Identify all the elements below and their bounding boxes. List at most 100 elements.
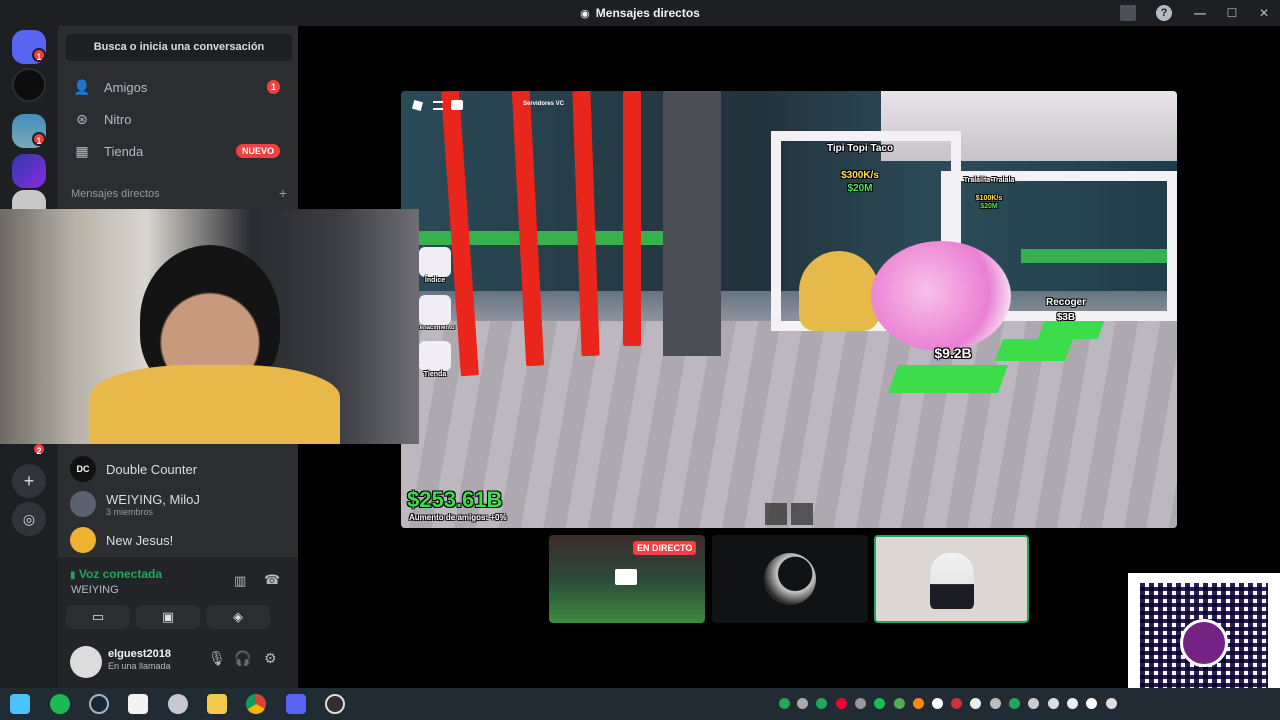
server-icon[interactable] bbox=[12, 68, 46, 102]
server-badge: 2 bbox=[32, 442, 46, 456]
collect-pad bbox=[887, 365, 1009, 393]
tray-icon[interactable] bbox=[1009, 698, 1020, 709]
nav-friends[interactable]: 👤 Amigos 1 bbox=[66, 72, 290, 102]
stream-tile[interactable]: EN DIRECTO bbox=[549, 535, 705, 623]
group-avatar bbox=[70, 491, 96, 517]
tray-icon[interactable] bbox=[836, 698, 847, 709]
screen-icon bbox=[615, 569, 637, 585]
money-counter: $253.61B bbox=[407, 487, 503, 512]
user-status: En una llamada bbox=[108, 661, 171, 671]
collect-pad bbox=[1037, 321, 1105, 339]
discord-taskbar-icon[interactable] bbox=[286, 694, 306, 714]
add-server-icon[interactable]: + bbox=[12, 464, 46, 498]
new-badge: NUEVO bbox=[235, 144, 280, 158]
tray-icon[interactable] bbox=[951, 698, 962, 709]
windows-start-icon[interactable] bbox=[10, 694, 30, 714]
index-button[interactable] bbox=[419, 247, 451, 277]
explore-icon[interactable]: ◎ bbox=[12, 502, 46, 536]
settings-icon[interactable]: ⚙ bbox=[264, 650, 277, 667]
chrome-icon[interactable] bbox=[246, 694, 266, 714]
dm-item[interactable]: New Jesus! bbox=[66, 522, 290, 558]
nav-label: Amigos bbox=[104, 79, 148, 95]
shop-label: Tienda bbox=[423, 371, 447, 378]
add-dm-button[interactable]: + bbox=[279, 186, 287, 200]
tray-icon[interactable] bbox=[779, 698, 790, 709]
window-title: ◉ Mensajes directos bbox=[580, 6, 700, 20]
tray-icon[interactable] bbox=[913, 698, 924, 709]
discord-logo-icon: ◉ bbox=[580, 7, 590, 20]
avatar[interactable] bbox=[70, 646, 102, 678]
screen-share-button[interactable]: ▣ bbox=[136, 605, 200, 629]
headphones-icon[interactable]: 🎧 bbox=[234, 650, 251, 667]
activity-button[interactable]: ◈ bbox=[206, 605, 270, 629]
chat-icon[interactable] bbox=[451, 100, 463, 110]
obs-icon[interactable] bbox=[325, 694, 345, 714]
servers-label[interactable]: Servidores VC bbox=[523, 101, 564, 107]
file-explorer-icon[interactable] bbox=[207, 694, 227, 714]
signal-icon: ▮ bbox=[70, 570, 76, 581]
noise-suppression-icon[interactable]: ▥ bbox=[234, 573, 246, 589]
home-badge: 1 bbox=[32, 48, 46, 62]
roblox-topbar-icon[interactable] bbox=[433, 101, 443, 110]
search-input[interactable]: Busca o inicia una conversación bbox=[66, 34, 292, 61]
tray-icon[interactable] bbox=[855, 698, 866, 709]
taco-pet bbox=[799, 251, 879, 331]
collect-value: $3B bbox=[1056, 312, 1076, 323]
collect-pad bbox=[994, 339, 1074, 361]
nav-shop[interactable]: ▦ Tienda NUEVO bbox=[66, 136, 290, 166]
camera-off-button[interactable]: ▭ bbox=[66, 605, 130, 629]
stream-video[interactable]: Tipi Topi Taco $300K/s $20M Tralalita Tr… bbox=[401, 91, 1177, 528]
dm-item[interactable]: WEIYING, MiloJ 3 miembros bbox=[66, 486, 290, 522]
dm-item[interactable]: DC Double Counter bbox=[66, 451, 290, 487]
microphone-icon[interactable]: 🎙 bbox=[208, 650, 226, 667]
tray-icon[interactable] bbox=[1067, 698, 1078, 709]
webcam-overlay bbox=[0, 209, 419, 444]
webcam-shirt bbox=[90, 365, 340, 444]
help-icon[interactable]: ? bbox=[1156, 5, 1172, 21]
tray-icon[interactable] bbox=[990, 698, 1001, 709]
shop-button[interactable] bbox=[419, 341, 451, 371]
close-icon[interactable]: ✕ bbox=[1248, 6, 1280, 20]
minimize-icon[interactable]: — bbox=[1184, 6, 1216, 20]
inbox-icon[interactable] bbox=[1120, 5, 1136, 21]
disconnect-icon[interactable]: ☎ bbox=[264, 572, 280, 588]
tray-icon[interactable] bbox=[797, 698, 808, 709]
participant-tile[interactable] bbox=[712, 535, 868, 623]
participant-avatar bbox=[930, 553, 974, 609]
tray-icon[interactable] bbox=[1028, 698, 1039, 709]
tray-icon[interactable] bbox=[894, 698, 905, 709]
dm-name: Double Counter bbox=[106, 461, 198, 477]
nitro-icon: ⊛ bbox=[76, 110, 88, 127]
shop-icon: ▦ bbox=[75, 142, 89, 159]
username: elguest2018 bbox=[108, 648, 171, 660]
participant-tile[interactable] bbox=[874, 535, 1029, 623]
tray-icon[interactable] bbox=[932, 698, 943, 709]
maximize-icon[interactable]: ☐ bbox=[1216, 6, 1248, 20]
friends-icon: 👤 bbox=[73, 78, 91, 95]
pet-name: Tipi Topi Taco bbox=[826, 143, 894, 154]
pet-rate: $300K/s bbox=[841, 170, 879, 181]
rebirth-button[interactable] bbox=[419, 295, 451, 325]
pet-rate: $100K/s bbox=[975, 195, 1003, 202]
tool-slot[interactable] bbox=[791, 503, 813, 525]
friends-badge: 1 bbox=[266, 80, 280, 94]
pet-name: Tralalita Tralala bbox=[963, 177, 1015, 184]
tray-icon[interactable] bbox=[874, 698, 885, 709]
spotify-icon[interactable] bbox=[50, 694, 70, 714]
tray-icon[interactable] bbox=[1106, 698, 1117, 709]
steam-icon[interactable] bbox=[89, 694, 109, 714]
app-icon[interactable] bbox=[168, 694, 188, 714]
store-icon[interactable] bbox=[128, 694, 148, 714]
tray-icon[interactable] bbox=[816, 698, 827, 709]
server-icon[interactable] bbox=[12, 154, 46, 188]
tray-icon[interactable] bbox=[970, 698, 981, 709]
tool-slot[interactable] bbox=[765, 503, 787, 525]
pet-price: $20M bbox=[847, 183, 873, 194]
tray-icon[interactable] bbox=[1048, 698, 1059, 709]
taskbar bbox=[0, 688, 1280, 720]
tray-icon[interactable] bbox=[1086, 698, 1097, 709]
nav-nitro[interactable]: ⊛ Nitro bbox=[66, 104, 290, 134]
avatar: DC bbox=[70, 456, 96, 482]
participant-avatar bbox=[764, 553, 816, 605]
index-label: Índice bbox=[424, 277, 446, 284]
